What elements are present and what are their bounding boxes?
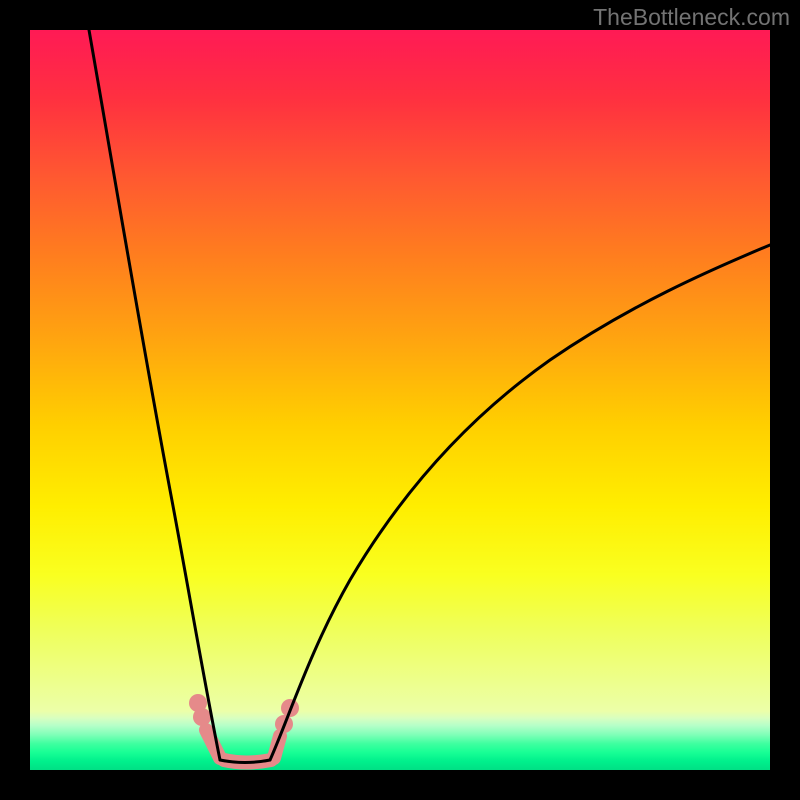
chart-frame: TheBottleneck.com <box>0 0 800 800</box>
right-curve <box>270 245 770 760</box>
left-curve <box>89 30 220 760</box>
plot-area <box>30 30 770 770</box>
marker-left-dot-lower <box>193 708 211 726</box>
curves-layer <box>30 30 770 770</box>
watermark-text: TheBottleneck.com <box>593 4 790 31</box>
